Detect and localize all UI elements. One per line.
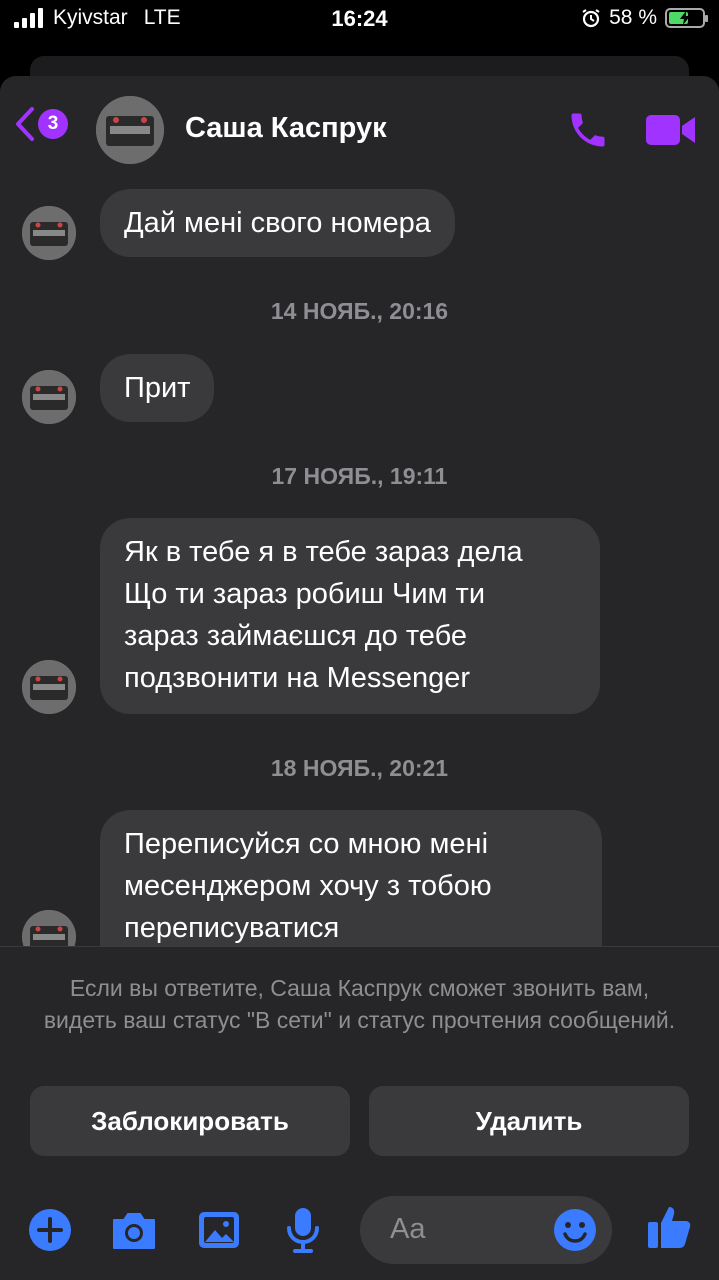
image-icon xyxy=(199,1212,239,1248)
video-call-button[interactable] xyxy=(644,112,698,153)
gallery-button[interactable] xyxy=(197,1210,241,1255)
contact-name[interactable]: Саша Каспрук xyxy=(185,112,387,145)
composer-bar: Aa xyxy=(0,1186,719,1280)
voice-call-button[interactable] xyxy=(566,108,610,157)
smiley-icon xyxy=(554,1209,596,1251)
message-request-notice: Если вы ответите, Саша Каспрук сможет зв… xyxy=(43,975,676,1033)
message-bubble[interactable]: Переписуйся со мною мені месенджером хоч… xyxy=(100,810,602,946)
chevron-left-icon xyxy=(16,107,34,141)
camera-button[interactable] xyxy=(110,1210,158,1255)
message-avatar xyxy=(22,370,76,424)
battery-icon xyxy=(665,8,708,28)
message-timestamp: 17 НОЯБ., 19:11 xyxy=(271,463,448,489)
contact-avatar[interactable] xyxy=(96,96,164,164)
conversation-sheet: 3 Саша Каспрук Дай мені свого номера 14 … xyxy=(0,76,719,1280)
message-list[interactable]: Дай мені свого номера 14 НОЯБ., 20:16 Пр… xyxy=(0,184,719,946)
video-camera-icon xyxy=(646,115,695,145)
battery-info: 58 % xyxy=(581,6,708,30)
thumbs-up-icon xyxy=(648,1207,691,1248)
message-avatar xyxy=(22,660,76,714)
add-button[interactable] xyxy=(28,1208,72,1257)
divider xyxy=(0,946,719,947)
message-input-placeholder: Aa xyxy=(390,1213,426,1245)
message-avatar xyxy=(22,206,76,260)
back-button[interactable]: 3 xyxy=(14,106,68,142)
message-timestamp: 14 НОЯБ., 20:16 xyxy=(270,298,449,324)
message-avatar xyxy=(22,910,76,946)
voice-message-button[interactable] xyxy=(285,1206,321,1259)
message-timestamp: 18 НОЯБ., 20:21 xyxy=(270,755,449,781)
like-button[interactable] xyxy=(646,1202,694,1255)
block-button[interactable]: Заблокировать xyxy=(30,1086,350,1156)
camera-icon xyxy=(113,1213,155,1249)
conversation-header: 3 Саша Каспрук xyxy=(0,76,719,184)
status-bar: Kyivstar LTE 16:24 58 % xyxy=(0,0,719,42)
message-input[interactable]: Aa xyxy=(360,1196,612,1264)
message-bubble[interactable]: Прит xyxy=(100,354,215,422)
phone-icon xyxy=(571,113,605,147)
message-bubble[interactable]: Дай мені свого номера xyxy=(100,189,455,257)
message-bubble[interactable]: Як в тебе я в тебе зараз дела Що ти зара… xyxy=(100,518,600,714)
alarm-icon xyxy=(582,9,600,28)
battery-percent: 58 % xyxy=(609,6,657,29)
plus-icon xyxy=(29,1209,71,1251)
delete-button[interactable]: Удалить xyxy=(369,1086,689,1156)
emoji-button[interactable] xyxy=(553,1208,597,1257)
unread-badge: 3 xyxy=(38,109,68,139)
microphone-icon xyxy=(287,1208,319,1253)
